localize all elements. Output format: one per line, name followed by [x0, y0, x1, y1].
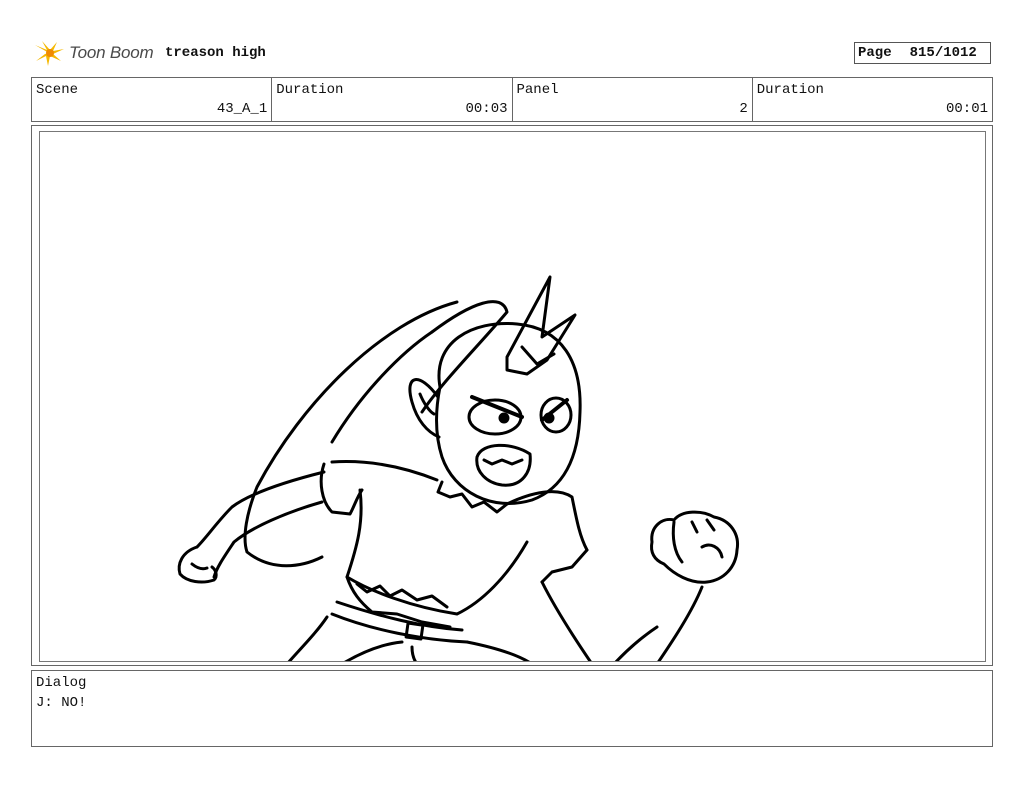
dialog-text: J: NO! — [36, 695, 87, 711]
scene-duration-label: Duration — [276, 82, 344, 98]
character-sketch — [177, 275, 740, 661]
panel-frame — [39, 131, 986, 662]
scene-duration-cell: Duration 00:03 — [272, 78, 513, 121]
panel-value: 2 — [739, 101, 748, 117]
starburst-icon — [35, 41, 64, 66]
panel-duration-value: 00:01 — [945, 101, 988, 117]
scene-cell: Scene 43_A_1 — [32, 78, 273, 121]
page-label: Page — [858, 45, 892, 61]
panel-duration-label: Duration — [756, 82, 824, 98]
logo-text: Toon Boom — [69, 43, 154, 62]
panel-duration-cell: Duration 00:01 — [753, 78, 992, 121]
project-title: treason high — [165, 45, 266, 61]
panel-label: Panel — [516, 82, 559, 98]
page-counter: Page 815/1012 — [854, 42, 991, 64]
scene-label: Scene — [36, 82, 79, 98]
scene-info-row: Scene 43_A_1 Duration 00:03 Panel 2 Dura… — [31, 77, 993, 122]
storyboard-panel — [31, 125, 993, 666]
scene-value: 43_A_1 — [216, 101, 268, 117]
toon-boom-logo: Toon Boom — [33, 38, 154, 68]
page-value: 815/1012 — [909, 45, 977, 61]
panel-cell: Panel 2 — [513, 78, 753, 121]
dialog-box: Dialog J: NO! — [31, 670, 993, 747]
scene-duration-value: 00:03 — [465, 101, 508, 117]
dialog-label: Dialog — [36, 675, 87, 691]
